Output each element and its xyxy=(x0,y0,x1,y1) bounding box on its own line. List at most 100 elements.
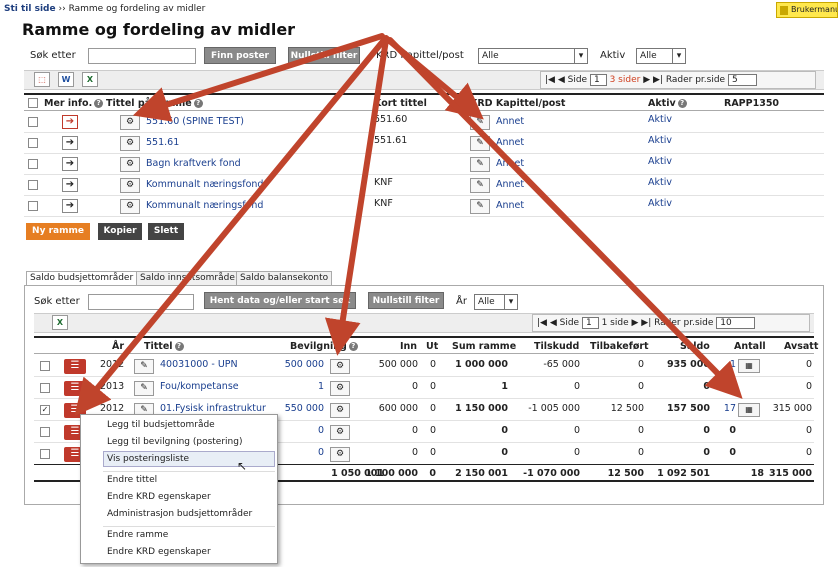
count-value[interactable]: 17 xyxy=(724,403,736,414)
reset-filter-button[interactable]: Nullstill filter xyxy=(288,47,360,64)
gear-icon[interactable]: ⚙ xyxy=(330,425,350,440)
budget-row[interactable]: ☰ 2012 ✎ 40031000 - UPN 500 000 ⚙ 500 00… xyxy=(34,355,814,377)
more-info-arrow-icon[interactable]: ➔ xyxy=(62,157,78,171)
row-checkbox[interactable] xyxy=(28,201,38,211)
table-row[interactable]: ➔ ⚙ Kommunalt næringsfond KNF ✎ Annet Ak… xyxy=(24,196,824,217)
frame-title-link[interactable]: Kommunalt næringsfond xyxy=(146,179,263,190)
year-select[interactable]: Alle xyxy=(474,294,518,310)
pencil-icon[interactable]: ✎ xyxy=(134,381,154,396)
header-in[interactable]: Inn xyxy=(400,341,417,352)
header-grant[interactable]: Bevilgning? xyxy=(290,341,358,352)
krd-link[interactable]: Annet xyxy=(496,137,524,148)
next-page-icon[interactable]: ▶ ▶| xyxy=(631,318,651,328)
excel-icon[interactable]: X xyxy=(52,315,68,330)
header-short-title[interactable]: Kort tittel xyxy=(374,98,427,109)
bottom-search-input[interactable] xyxy=(88,294,194,310)
frame-title-link[interactable]: 551.60 (SPINE TEST) xyxy=(146,116,244,127)
header-sum-frame[interactable]: Sum ramme xyxy=(452,341,516,352)
new-frame-button[interactable]: Ny ramme xyxy=(26,223,90,240)
row-menu-icon[interactable]: ☰ xyxy=(64,381,86,396)
gear-icon[interactable]: ⚙ xyxy=(120,199,140,214)
pencil-icon[interactable]: ✎ xyxy=(470,199,490,214)
more-info-arrow-icon[interactable]: ➔ xyxy=(62,199,78,213)
page-select[interactable]: 1 xyxy=(581,317,599,329)
header-active[interactable]: Aktiv? xyxy=(648,98,687,109)
breadcrumb-lead[interactable]: Sti til side xyxy=(4,4,56,14)
pencil-icon[interactable]: ✎ xyxy=(470,157,490,172)
table-grid-icon[interactable]: ▦ xyxy=(738,403,760,417)
more-info-arrow-icon[interactable]: ➔ xyxy=(62,178,78,192)
next-page-icon[interactable]: ▶ ▶| xyxy=(643,75,663,85)
budget-title-link[interactable]: 40031000 - UPN xyxy=(160,359,238,370)
grant-value[interactable]: 500 000 xyxy=(285,359,324,370)
pencil-icon[interactable]: ✎ xyxy=(134,359,154,374)
copy-button[interactable]: Kopier xyxy=(98,223,142,240)
active-status[interactable]: Aktiv xyxy=(648,177,672,188)
search-input[interactable] xyxy=(88,48,196,64)
row-checkbox[interactable] xyxy=(28,138,38,148)
first-page-icon[interactable]: |◀ ◀ xyxy=(545,75,565,85)
word-icon[interactable]: W xyxy=(58,72,74,87)
krd-link[interactable]: Annet xyxy=(496,116,524,127)
count-value[interactable]: 0 xyxy=(729,447,736,458)
count-value[interactable]: 0 xyxy=(729,381,736,392)
user-manual-button[interactable]: Brukermanu xyxy=(776,2,838,18)
menu-edit-title[interactable]: Endre tittel xyxy=(107,475,157,485)
row-checkbox[interactable] xyxy=(40,361,50,371)
delete-button[interactable]: Slett xyxy=(148,223,184,240)
budget-title-link[interactable]: 01.Fysisk infrastruktur xyxy=(160,403,266,414)
row-checkbox[interactable] xyxy=(28,159,38,169)
row-checkbox[interactable] xyxy=(40,383,50,393)
frame-title-link[interactable]: 551.61 xyxy=(146,137,179,148)
row-checkbox[interactable] xyxy=(40,449,50,459)
active-status[interactable]: Aktiv xyxy=(648,198,672,209)
table-row[interactable]: ➔ ⚙ Bagn kraftverk fond ✎ Annet Aktiv xyxy=(24,154,824,175)
table-row[interactable]: ➔ ⚙ 551.60 (SPINE TEST) 551.60 ✎ Annet A… xyxy=(24,112,824,133)
table-row[interactable]: ➔ ⚙ Kommunalt næringsfond KNF ✎ Annet Ak… xyxy=(24,175,824,196)
tab-saldo-balance[interactable]: Saldo balansekonto xyxy=(236,271,333,286)
row-checkbox[interactable] xyxy=(28,117,38,127)
menu-add-budget-area[interactable]: Legg til budsjettområde xyxy=(107,420,215,430)
menu-edit-krd[interactable]: Endre KRD egenskaper xyxy=(107,492,211,502)
gear-icon[interactable]: ⚙ xyxy=(120,157,140,172)
grant-value[interactable]: 0 xyxy=(318,447,324,458)
select-all-checkbox[interactable] xyxy=(28,98,38,108)
header-grants-paid[interactable]: Tilskudd xyxy=(534,341,579,352)
active-filter-select[interactable]: Alle xyxy=(636,48,686,64)
header-rapp1350[interactable]: RAPP1350 xyxy=(724,98,779,109)
krd-link[interactable]: Annet xyxy=(496,158,524,169)
header-bottom-title[interactable]: Tittel? xyxy=(144,341,184,352)
menu-show-postings[interactable]: Vis posteringsliste xyxy=(107,454,189,464)
bottom-reset-filter-button[interactable]: Nullstill filter xyxy=(368,292,444,309)
gear-icon[interactable]: ⚙ xyxy=(120,115,140,130)
find-posts-button[interactable]: Finn poster xyxy=(204,47,276,64)
row-checkbox[interactable]: ✓ xyxy=(40,405,50,415)
header-year[interactable]: År xyxy=(112,341,124,352)
gear-icon[interactable]: ⚙ xyxy=(120,178,140,193)
fetch-data-button[interactable]: Hent data og/eller start søk xyxy=(204,292,356,309)
header-title[interactable]: Tittel på ramme? xyxy=(106,98,203,109)
rows-per-page-select[interactable]: 10 xyxy=(716,317,755,329)
gear-icon[interactable]: ⚙ xyxy=(330,359,350,374)
budget-title-link[interactable]: Fou/kompetanse xyxy=(160,381,239,392)
header-out[interactable]: Ut xyxy=(426,341,438,352)
grant-value[interactable]: 0 xyxy=(318,425,324,436)
pencil-icon[interactable]: ✎ xyxy=(470,178,490,193)
gear-icon[interactable]: ⚙ xyxy=(330,403,350,418)
table-row[interactable]: ➔ ⚙ 551.61 551.61 ✎ Annet Aktiv xyxy=(24,133,824,154)
header-more-info[interactable]: Mer info.? xyxy=(44,98,104,109)
header-balance[interactable]: Saldo xyxy=(680,341,710,352)
first-page-icon[interactable]: |◀ ◀ xyxy=(537,318,557,328)
header-count[interactable]: Antall xyxy=(734,341,766,352)
krd-link[interactable]: Annet xyxy=(496,179,524,190)
grant-value[interactable]: 550 000 xyxy=(285,403,324,414)
table-grid-icon[interactable]: ▦ xyxy=(738,359,760,373)
row-menu-icon[interactable]: ☰ xyxy=(64,359,86,374)
count-value[interactable]: 0 xyxy=(729,425,736,436)
menu-add-grant[interactable]: Legg til bevilgning (postering) xyxy=(107,437,242,447)
budget-row[interactable]: ☰ 2013 ✎ Fou/kompetanse 1 ⚙ 0 0 1 0 0 0 … xyxy=(34,377,814,399)
active-status[interactable]: Aktiv xyxy=(648,156,672,167)
more-info-arrow-icon[interactable]: ➔ xyxy=(62,136,78,150)
tab-saldo-focus[interactable]: Saldo innsatsområde xyxy=(136,271,239,286)
krd-link[interactable]: Annet xyxy=(496,200,524,211)
